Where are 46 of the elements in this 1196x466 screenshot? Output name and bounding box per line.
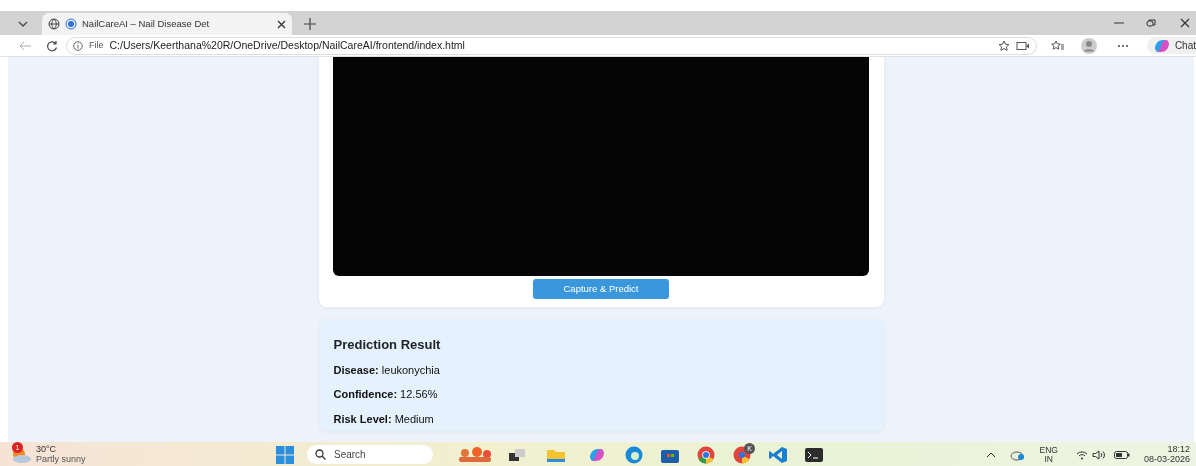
chevron-up-icon[interactable]	[985, 451, 996, 458]
window-icon[interactable]	[509, 448, 525, 461]
weather-text: Partly sunny	[36, 454, 86, 464]
globe-icon	[48, 18, 60, 30]
recording-icon	[65, 18, 77, 30]
result-title: Prediction Result	[333, 337, 442, 353]
search-icon	[315, 449, 326, 460]
star-icon[interactable]	[997, 39, 1010, 52]
tab-title: NailCareAI – Nail Disease Det	[82, 16, 211, 31]
vscode-icon[interactable]	[769, 446, 787, 463]
chrome-icon[interactable]	[733, 445, 751, 464]
search-field[interactable]: Search	[307, 445, 433, 464]
url-text: C:/Users/Keerthana%20R/OneDrive/Desktop/NailCareAI/frontend/index.html	[109, 37, 466, 53]
result-line: Confidence: 12.56%	[333, 387, 439, 403]
folder-icon[interactable]	[547, 447, 565, 462]
search-placeholder: Search	[334, 448, 366, 462]
video-icon[interactable]	[1015, 40, 1030, 51]
restore-icon[interactable]	[1146, 18, 1156, 28]
new-tab-icon[interactable]	[304, 18, 316, 30]
browser-tab[interactable]: NailCareAI – Nail Disease Det	[42, 13, 292, 35]
battery-icon[interactable]	[1113, 450, 1130, 459]
volume-icon[interactable]	[1091, 449, 1106, 460]
profile-icon[interactable]	[1080, 37, 1097, 54]
info-icon	[73, 40, 83, 51]
close-icon[interactable]	[277, 19, 286, 29]
start-icon[interactable]	[276, 445, 294, 464]
copilot-icon[interactable]	[587, 447, 607, 462]
more-icon[interactable]	[1116, 43, 1129, 48]
close-icon[interactable]	[1180, 18, 1190, 28]
terminal-icon[interactable]	[805, 447, 823, 462]
tab-list-icon[interactable]	[16, 19, 30, 29]
people-icon[interactable]	[457, 446, 493, 463]
result-line: Risk Level: Medium	[333, 411, 435, 427]
wifi-icon[interactable]	[1075, 449, 1088, 460]
scheme-label: File	[89, 38, 104, 52]
temperature-text: 30°C	[36, 445, 58, 455]
cloud-sync-icon[interactable]	[1009, 448, 1026, 461]
clock-time[interactable]: 18:12	[1167, 445, 1190, 455]
region-text[interactable]: IN	[1044, 454, 1053, 463]
chrome-icon[interactable]	[697, 445, 715, 464]
refresh-icon[interactable]	[46, 39, 58, 52]
result-line: Disease: leukonychia	[333, 362, 441, 378]
language-text[interactable]: ENG	[1039, 446, 1058, 455]
copilot-icon[interactable]	[1152, 38, 1171, 53]
favorites-icon[interactable]	[1050, 39, 1065, 52]
clock-date[interactable]: 08-03-2026	[1143, 454, 1190, 464]
